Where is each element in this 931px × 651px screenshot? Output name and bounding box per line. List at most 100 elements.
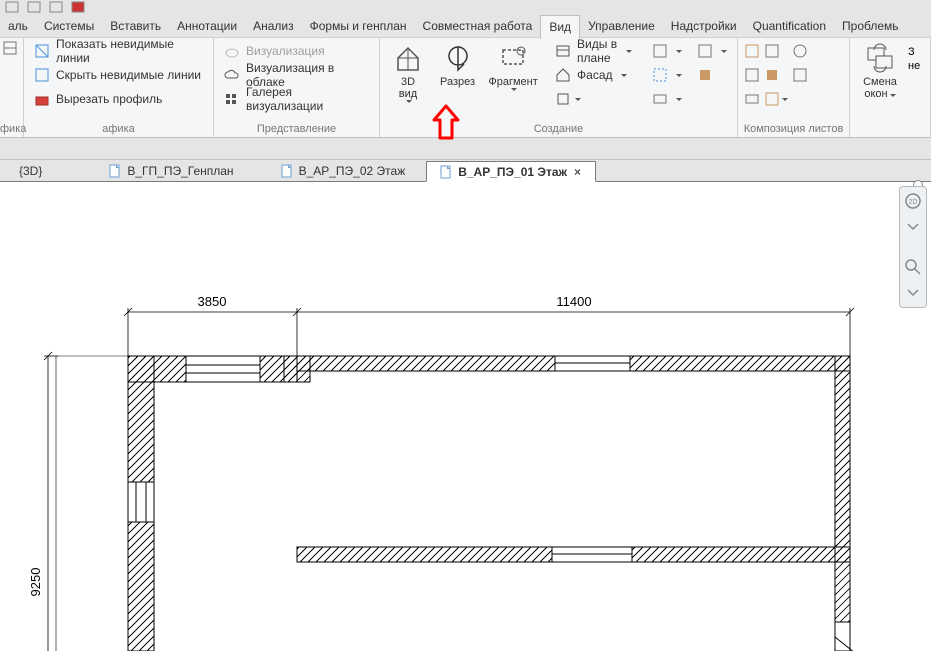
lbl: З xyxy=(908,46,920,58)
scope2-icon xyxy=(697,67,713,83)
menu-analyze[interactable]: Анализ xyxy=(245,14,302,38)
label: Галерея визуализации xyxy=(246,85,369,113)
teapot-icon xyxy=(224,43,240,59)
sm-btn-2[interactable] xyxy=(648,64,731,86)
dropdown-arrow-icon xyxy=(890,94,896,97)
title2-icon[interactable] xyxy=(764,64,780,86)
cloud-icon xyxy=(224,67,240,83)
label2: окон xyxy=(864,88,887,100)
house-sm-icon xyxy=(555,67,571,83)
dropdown-arrow-icon xyxy=(782,98,788,101)
drawing-canvas[interactable]: 2D 3850 11400 9250 xyxy=(0,182,931,651)
panel-title: Создание xyxy=(380,123,737,135)
section-icon xyxy=(442,42,474,74)
rev2-icon[interactable] xyxy=(792,64,808,86)
sheet2-icon[interactable] xyxy=(744,64,760,86)
dim-text: 9250 xyxy=(28,568,43,597)
sheet-icon xyxy=(280,164,294,178)
render-gallery-button[interactable]: Галерея визуализации xyxy=(220,88,373,110)
tab-label: В_АР_ПЭ_01 Этаж xyxy=(458,165,567,179)
legend-icon xyxy=(652,91,668,107)
menu-annotations[interactable]: Аннотации xyxy=(169,14,245,38)
qat-icon[interactable] xyxy=(70,0,86,14)
grid-icon xyxy=(652,43,668,59)
dropdown-arrow-icon xyxy=(511,88,517,91)
label: 3D вид xyxy=(392,76,424,100)
qat-icon[interactable] xyxy=(26,0,42,14)
menu-view[interactable]: Вид xyxy=(540,15,580,39)
house-icon xyxy=(392,42,424,74)
tab-genplan[interactable]: В_ГП_ПЭ_Генплан xyxy=(95,160,246,181)
plan-icon xyxy=(555,43,571,59)
tab-floor2[interactable]: В_АР_ПЭ_02 Этаж xyxy=(267,160,419,181)
qat-icon[interactable] xyxy=(4,0,20,14)
qat-icon[interactable] xyxy=(48,0,64,14)
document-tabstrip: {3D} В_ГП_ПЭ_Генплан В_АР_ПЭ_02 Этаж В_А… xyxy=(0,160,931,182)
callout-button[interactable]: Фрагмент xyxy=(485,40,541,91)
callout-icon xyxy=(497,42,529,74)
sm-btn-1[interactable] xyxy=(648,40,731,62)
ribbon: фика Показать невидимые линии Скрыть нев… xyxy=(0,38,931,138)
spacer xyxy=(0,138,931,160)
title3-icon[interactable] xyxy=(764,91,780,107)
dropdown-arrow-icon xyxy=(676,74,682,77)
dropdown-arrow-icon xyxy=(721,50,727,53)
menu-systems[interactable]: Системы xyxy=(36,14,102,38)
tab-3d[interactable]: {3D} xyxy=(6,160,55,181)
dim-text: 11400 xyxy=(556,294,591,309)
menu-collaborate[interactable]: Совместная работа xyxy=(415,14,541,38)
menu-manage[interactable]: Управление xyxy=(580,14,663,38)
label: Показать невидимые линии xyxy=(56,37,203,65)
lines-off-icon xyxy=(34,67,50,83)
sm-btn-3[interactable] xyxy=(648,88,731,110)
menu-quantification[interactable]: Quantification xyxy=(745,14,834,38)
sheet-icon xyxy=(439,165,453,179)
panel-title: фика xyxy=(0,123,23,135)
lines-icon xyxy=(34,43,50,59)
dropdown-arrow-icon xyxy=(621,74,627,77)
views-icon xyxy=(555,91,571,107)
more-views-button[interactable] xyxy=(551,88,636,110)
template-icon[interactable] xyxy=(2,40,18,56)
menu-insert[interactable]: Вставить xyxy=(102,14,169,38)
dropdown-arrow-icon xyxy=(676,50,682,53)
menu-addins[interactable]: Надстройки xyxy=(663,14,745,38)
3d-view-button[interactable]: 3D вид xyxy=(386,40,430,103)
grid2-icon xyxy=(697,43,713,59)
tab-label: В_ГП_ПЭ_Генплан xyxy=(127,164,233,178)
label: Фасад xyxy=(577,68,612,82)
render-cloud-button[interactable]: Визуализация в облаке xyxy=(220,64,373,86)
dim-text: 3850 xyxy=(198,294,227,309)
label: Вырезать профиль xyxy=(56,92,162,106)
switch-windows-button[interactable]: Смена окон xyxy=(856,40,904,100)
scope-icon xyxy=(652,67,668,83)
gallery-icon xyxy=(224,91,240,107)
panel-title: афика xyxy=(24,123,213,135)
cut-profile-button[interactable]: Вырезать профиль xyxy=(30,88,207,110)
dropdown-arrow-icon xyxy=(676,98,682,101)
render-button: Визуализация xyxy=(220,40,373,62)
show-hidden-lines-button[interactable]: Показать невидимые линии xyxy=(30,40,207,62)
menu-file[interactable]: аль xyxy=(0,14,36,38)
dropdown-arrow-icon xyxy=(575,98,581,101)
tab-floor1[interactable]: В_АР_ПЭ_01 Этаж × xyxy=(426,161,596,182)
close-tab-icon[interactable]: × xyxy=(572,165,583,179)
quick-access-toolbar xyxy=(0,0,931,14)
menu-issues[interactable]: Проблемь xyxy=(834,14,906,38)
sheet3-icon[interactable] xyxy=(744,88,760,110)
rev-icon[interactable] xyxy=(792,40,808,62)
title-icon[interactable] xyxy=(764,40,780,62)
section-button[interactable]: Разрез xyxy=(434,40,481,88)
tab-label: {3D} xyxy=(19,164,42,178)
panel-title: Представление xyxy=(214,123,379,135)
label: Фрагмент xyxy=(488,76,537,88)
sheet-icon xyxy=(108,164,122,178)
dropdown-arrow-icon xyxy=(626,50,632,53)
menubar: аль Системы Вставить Аннотации Анализ Фо… xyxy=(0,14,931,38)
sheet-icon[interactable] xyxy=(744,40,760,62)
menu-massing[interactable]: Формы и генплан xyxy=(302,14,415,38)
hide-hidden-lines-button[interactable]: Скрыть невидимые линии xyxy=(30,64,207,86)
elevation-button[interactable]: Фасад xyxy=(551,64,636,86)
tab-label: В_АР_ПЭ_02 Этаж xyxy=(299,164,406,178)
plan-views-button[interactable]: Виды в плане xyxy=(551,40,636,62)
